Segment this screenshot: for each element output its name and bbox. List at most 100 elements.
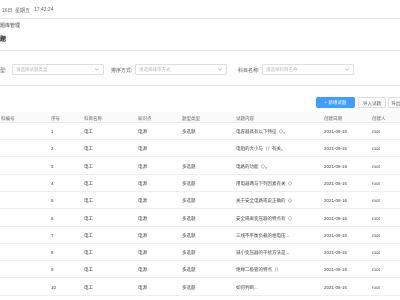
top-divider [0, 18, 400, 19]
cell-index: 6 [51, 215, 54, 221]
table-row[interactable]: 9 电工 电源 多选题 绝缘二极管的特点（） 2021-08-16 root [0, 261, 400, 279]
cell-creator: root [372, 198, 380, 204]
col-header-content[interactable]: 试题内容 [236, 116, 254, 122]
cell-type: 多选题 [182, 215, 196, 221]
current-time: 17:42:24 [34, 7, 54, 13]
cell-index: 7 [51, 232, 54, 238]
cell-content: 电阻的大小与（）有关。 [236, 146, 286, 152]
col-header-subject[interactable]: 科目名称 [84, 116, 102, 122]
sort-method-select[interactable]: 请选择排序方式 [135, 64, 227, 75]
filter-label-subject: 科目名称: [238, 68, 260, 74]
table-row[interactable]: 8 电工 电源 多选题 减小变压器的干扰方法是... 2021-08-16 root [0, 244, 400, 262]
cell-index: 3 [51, 163, 54, 169]
chevron-down-icon [217, 68, 223, 71]
cell-subject: 电工 [84, 267, 93, 273]
table-header: 科编号 序号 科目名称 知识点 题型类型 试题内容 创建日期 创建人 [0, 112, 400, 123]
col-header-knowledge-point[interactable]: 知识点 [138, 116, 152, 122]
cell-type: 多选题 [182, 267, 196, 273]
cell-subject: 电工 [84, 284, 93, 290]
col-header-index[interactable]: 序号 [51, 116, 60, 122]
cell-creator: root [372, 284, 380, 290]
cell-type: 多选题 [182, 129, 196, 134]
cell-creator: root [372, 267, 380, 273]
cell-point: 电源 [138, 267, 147, 273]
cell-date: 2021-08-16 [324, 146, 348, 152]
cell-content: 三线不平衡负载的相电压... [236, 232, 290, 238]
cell-type: 多选题 [182, 250, 196, 256]
cell-index: 5 [51, 198, 54, 204]
export-questions-button[interactable]: 导出试 [388, 97, 400, 108]
cell-index: 2 [51, 146, 54, 152]
chevron-down-icon [94, 68, 100, 71]
subject-name-placeholder: 请选择科目名称 [266, 67, 298, 72]
cell-subject: 电工 [84, 180, 93, 186]
question-type-placeholder: 请选择试题类型 [16, 67, 48, 72]
cell-date: 2021-08-16 [324, 163, 348, 169]
table-row[interactable]: 6 电工 电源 多选题 安全隔离变压器的特点有（） 2021-08-16 root [0, 210, 400, 227]
cell-date: 2021-08-16 [324, 198, 348, 204]
col-header-created-date[interactable]: 创建日期 [324, 116, 342, 122]
cell-content: 电路的功能（）。 [236, 163, 270, 169]
cell-type: 多选题 [182, 198, 196, 204]
subject-name-select[interactable]: 请选择科目名称 [262, 64, 354, 75]
col-header-creator[interactable]: 创建人 [372, 116, 386, 122]
filter-label-type: 型: [0, 68, 7, 74]
cell-content: 关于安全电路或说正确的（） [236, 198, 295, 204]
cell-index: 4 [51, 180, 54, 186]
filter-divider [0, 85, 400, 86]
cell-creator: root [372, 250, 380, 256]
table-row[interactable]: 10 电工 电源 多选题 如何判断... 2021-08-16 root [0, 279, 400, 296]
cell-creator: root [372, 232, 380, 238]
current-weekday: 星期五 [15, 8, 31, 14]
cell-date: 2021-08-16 [324, 180, 348, 186]
table-row[interactable]: 1 电工 电源 多选题 电容器具有以下特征（）。 2021-08-16 root [0, 123, 400, 140]
current-date: 16日 [2, 8, 13, 14]
table-row[interactable]: 7 电工 电源 多选题 三线不平衡负载的相电压... 2021-08-16 root [0, 227, 400, 244]
cell-creator: root [372, 215, 380, 221]
cell-date: 2021-08-16 [324, 215, 348, 221]
cell-index: 8 [51, 250, 54, 256]
cell-point: 电源 [138, 250, 147, 256]
cell-index: 10 [51, 284, 57, 290]
cell-type: 多选题 [182, 163, 196, 169]
cell-creator: root [372, 180, 380, 186]
cell-point: 电源 [138, 198, 147, 204]
cell-type: 多选题 [182, 284, 196, 290]
cell-type: 多选题 [182, 180, 196, 186]
cell-point: 电源 [138, 129, 147, 134]
cell-content: 安全隔离变压器的特点有（） [236, 215, 295, 221]
cell-date: 2021-08-16 [324, 232, 348, 238]
cell-point: 电源 [138, 284, 147, 290]
cell-subject: 电工 [84, 198, 93, 204]
cell-date: 2021-08-16 [324, 267, 348, 273]
cell-subject: 电工 [84, 250, 93, 256]
table-row[interactable]: 5 电工 电源 多选题 关于安全电路或说正确的（） 2021-08-16 root [0, 192, 400, 210]
cell-content: 电容器具有以下特征（）。 [236, 129, 288, 134]
col-header-question-type[interactable]: 题型类型 [182, 116, 200, 122]
table-row[interactable]: 4 电工 电源 多选题 用电器两与下列因素有关（） 2021-08-16 root [0, 175, 400, 192]
cell-point: 电源 [138, 215, 147, 221]
cell-content: 绝缘二极管的特点（） [236, 267, 281, 273]
table-row[interactable]: 2 电工 电源 电阻的大小与（）有关。 2021-08-16 root [0, 140, 400, 158]
cell-subject: 电工 [84, 146, 93, 152]
cell-type: 多选题 [182, 232, 196, 238]
cell-creator: root [372, 163, 380, 169]
chevron-down-icon [344, 68, 350, 71]
cell-subject: 电工 [84, 129, 93, 134]
cell-index: 1 [51, 129, 54, 134]
cell-creator: root [372, 129, 380, 134]
cell-subject: 电工 [84, 215, 93, 221]
page-title: 题 [0, 37, 7, 43]
table-row[interactable]: 3 电工 电源 多选题 电路的功能（）。 2021-08-16 root [0, 158, 400, 175]
add-question-button[interactable]: + 新增试题 [316, 97, 355, 108]
breadcrumb[interactable]: 题库管理 [0, 22, 20, 29]
cell-date: 2021-08-16 [324, 250, 348, 256]
question-type-select[interactable]: 请选择试题类型 [12, 64, 104, 75]
cell-content: 如何判断... [236, 284, 258, 290]
cell-content: 减小变压器的干扰方法是... [236, 250, 290, 256]
cell-index: 9 [51, 267, 54, 273]
filter-label-sort: 排序方式: [111, 68, 133, 74]
header-divider [0, 50, 400, 51]
col-header-subject-code[interactable]: 科编号 [1, 116, 15, 122]
import-questions-button[interactable]: 导入试题 [358, 97, 386, 108]
